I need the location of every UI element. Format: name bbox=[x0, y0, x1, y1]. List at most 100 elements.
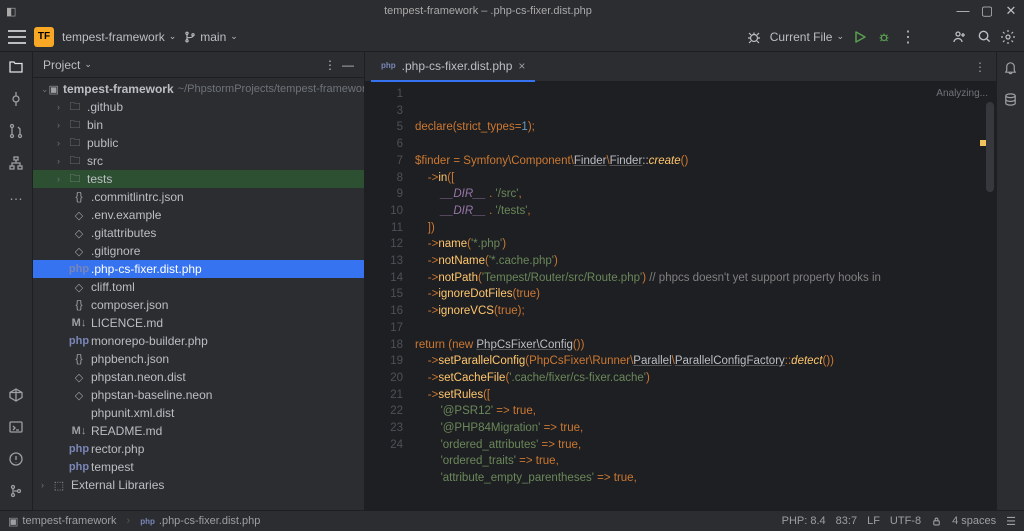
notifications-icon[interactable] bbox=[1002, 58, 1020, 76]
project-selector[interactable]: tempest-framework ⌄ bbox=[62, 30, 176, 44]
status-line-sep[interactable]: LF bbox=[867, 515, 880, 527]
left-tool-strip: … bbox=[0, 52, 33, 510]
folder-icon: 🗀 bbox=[67, 170, 83, 189]
folder-icon: ▣ bbox=[49, 83, 59, 96]
hide-panel-icon[interactable]: — bbox=[342, 58, 354, 72]
status-php[interactable]: PHP: 8.4 bbox=[782, 515, 826, 527]
file-icon: {} bbox=[71, 191, 87, 203]
more-tools-icon[interactable]: … bbox=[7, 186, 25, 204]
panel-options-icon[interactable]: ⋮ bbox=[324, 58, 336, 72]
file-icon: ◇ bbox=[71, 245, 87, 258]
commit-tool-icon[interactable] bbox=[7, 90, 25, 108]
status-readonly-icon[interactable] bbox=[931, 516, 942, 527]
maximize-button[interactable]: ▢ bbox=[980, 3, 994, 19]
vertical-scrollbar[interactable] bbox=[986, 102, 994, 192]
git-branch-selector[interactable]: main ⌄ bbox=[184, 30, 238, 44]
right-tool-strip bbox=[996, 52, 1024, 510]
line-gutter: 1356789101112131415161718192021222324 bbox=[365, 82, 415, 510]
tree-folder[interactable]: ›🗀public bbox=[33, 134, 364, 152]
run-button[interactable] bbox=[852, 29, 868, 45]
folder-icon: 🗀 bbox=[67, 134, 83, 153]
editor-tabs: php .php-cs-fixer.dist.php × ⋮ bbox=[365, 52, 996, 82]
folder-icon: 🗀 bbox=[67, 152, 83, 171]
file-icon: ◇ bbox=[71, 209, 87, 222]
window-titlebar: ◧ tempest-framework – .php-cs-fixer.dist… bbox=[0, 0, 1024, 22]
main-menu-button[interactable] bbox=[8, 30, 26, 44]
debug-button[interactable] bbox=[876, 29, 892, 45]
code-with-me-icon[interactable] bbox=[952, 29, 968, 45]
tree-file[interactable]: M↓README.md bbox=[33, 422, 364, 440]
tree-file[interactable]: ◇.gitattributes bbox=[33, 224, 364, 242]
project-badge: TF bbox=[34, 27, 54, 47]
file-icon: php bbox=[71, 263, 87, 275]
status-indent[interactable]: 4 spaces bbox=[952, 515, 996, 527]
database-tool-icon[interactable] bbox=[1002, 90, 1020, 108]
tree-folder[interactable]: ›🗀tests bbox=[33, 170, 364, 188]
terminal-tool-icon[interactable] bbox=[7, 418, 25, 436]
analyzing-label: Analyzing... bbox=[936, 86, 988, 103]
main-toolbar: TF tempest-framework ⌄ main ⌄ Current Fi… bbox=[0, 22, 1024, 52]
structure-tool-icon[interactable] bbox=[7, 154, 25, 172]
problems-tool-icon[interactable] bbox=[7, 450, 25, 468]
tree-folder[interactable]: ›🗀.github bbox=[33, 98, 364, 116]
tree-file[interactable]: phpunit.xml.dist bbox=[33, 404, 364, 422]
file-icon: php bbox=[71, 443, 87, 455]
file-icon: ◇ bbox=[71, 227, 87, 240]
tree-file[interactable]: ◇phpstan.neon.dist bbox=[33, 368, 364, 386]
tree-file[interactable]: M↓LICENCE.md bbox=[33, 314, 364, 332]
folder-icon: 🗀 bbox=[67, 116, 83, 135]
code-editor[interactable]: 1356789101112131415161718192021222324 de… bbox=[365, 82, 996, 510]
tree-root[interactable]: ⌄ ▣ tempest-framework ~/PhpstormProjects… bbox=[33, 80, 364, 98]
chevron-down-icon: ⌄ bbox=[230, 31, 238, 42]
tree-file[interactable]: phpmonorepo-builder.php bbox=[33, 332, 364, 350]
project-tool-icon[interactable] bbox=[7, 58, 25, 76]
tree-file[interactable]: ◇.env.example bbox=[33, 206, 364, 224]
chevron-down-icon[interactable]: ⌄ bbox=[84, 59, 92, 70]
run-config-selector[interactable]: Current File ⌄ bbox=[770, 30, 844, 44]
library-icon: ⬚ bbox=[51, 479, 67, 492]
warning-stripe[interactable] bbox=[980, 140, 986, 146]
breadcrumb-root[interactable]: ▣ tempest-framework bbox=[8, 515, 117, 528]
pull-requests-icon[interactable] bbox=[7, 122, 25, 140]
file-icon: {} bbox=[71, 299, 87, 311]
chevron-down-icon: ⌄ bbox=[836, 31, 844, 42]
window-title: tempest-framework – .php-cs-fixer.dist.p… bbox=[20, 5, 956, 17]
tree-folder[interactable]: ›🗀bin bbox=[33, 116, 364, 134]
status-encoding[interactable]: UTF-8 bbox=[890, 515, 921, 527]
tree-file[interactable]: ◇.gitignore bbox=[33, 242, 364, 260]
tab-options-icon[interactable]: ⋮ bbox=[974, 60, 986, 74]
tree-file[interactable]: php.php-cs-fixer.dist.php bbox=[33, 260, 364, 278]
breadcrumb-file[interactable]: php .php-cs-fixer.dist.php bbox=[140, 515, 260, 527]
editor-tab[interactable]: php .php-cs-fixer.dist.php × bbox=[371, 52, 535, 82]
tree-file[interactable]: phprector.php bbox=[33, 440, 364, 458]
file-icon: {} bbox=[71, 353, 87, 365]
project-tree[interactable]: ⌄ ▣ tempest-framework ~/PhpstormProjects… bbox=[33, 78, 364, 510]
external-libraries[interactable]: › ⬚ External Libraries bbox=[33, 476, 364, 494]
tree-file[interactable]: ◇phpstan-baseline.neon bbox=[33, 386, 364, 404]
more-actions-button[interactable]: ⋮ bbox=[900, 29, 916, 45]
status-caret-pos[interactable]: 83:7 bbox=[836, 515, 857, 527]
file-icon: ◇ bbox=[71, 281, 87, 294]
tree-file[interactable]: phptempest bbox=[33, 458, 364, 476]
tree-file[interactable]: {}.commitlintrc.json bbox=[33, 188, 364, 206]
vcs-tool-icon[interactable] bbox=[7, 482, 25, 500]
services-tool-icon[interactable] bbox=[7, 386, 25, 404]
search-everywhere-icon[interactable] bbox=[976, 29, 992, 45]
tree-folder[interactable]: ›🗀src bbox=[33, 152, 364, 170]
file-icon: ◇ bbox=[71, 371, 87, 384]
file-icon: M↓ bbox=[71, 317, 87, 329]
bug-icon[interactable] bbox=[746, 29, 762, 45]
settings-icon[interactable] bbox=[1000, 29, 1016, 45]
tree-file[interactable]: {}composer.json bbox=[33, 296, 364, 314]
code-body[interactable]: declare(strict_types=1); $finder = Symfo… bbox=[415, 82, 996, 510]
file-icon: ◇ bbox=[71, 389, 87, 402]
close-button[interactable]: ✕ bbox=[1004, 3, 1018, 19]
minimize-button[interactable]: — bbox=[956, 3, 970, 19]
folder-icon: 🗀 bbox=[67, 98, 83, 117]
file-icon: php bbox=[71, 461, 87, 473]
status-highlight-icon[interactable]: ☰ bbox=[1006, 515, 1016, 528]
file-icon: M↓ bbox=[71, 425, 87, 437]
tree-file[interactable]: {}phpbench.json bbox=[33, 350, 364, 368]
tree-file[interactable]: ◇cliff.toml bbox=[33, 278, 364, 296]
close-tab-icon[interactable]: × bbox=[518, 59, 525, 73]
